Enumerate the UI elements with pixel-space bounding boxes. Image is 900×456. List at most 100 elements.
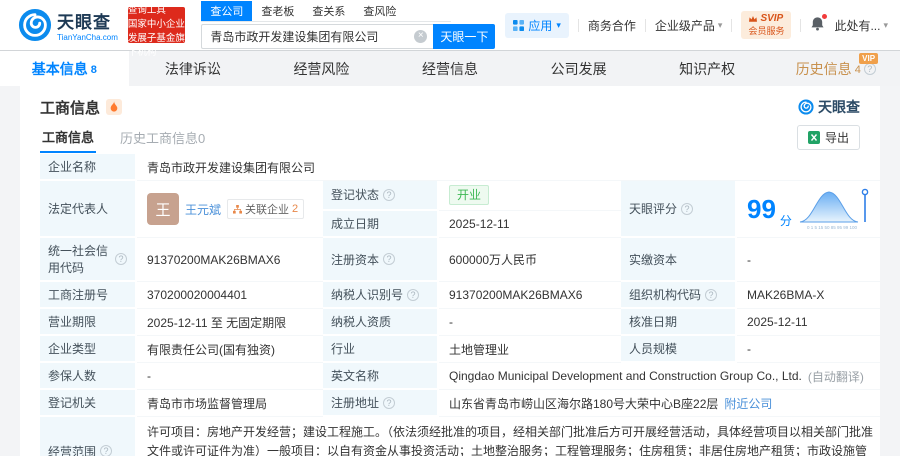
subtab-current-info[interactable]: 工商信息 — [40, 122, 97, 153]
tianyancha-eye-icon — [18, 8, 52, 42]
section-title: 工商信息 — [40, 99, 101, 117]
industry-value: 土地管理业 — [439, 336, 621, 363]
tab-intellectual-property[interactable]: 知识产权 — [643, 51, 772, 86]
tianyancha-logo[interactable]: 天眼查 TianYanCha.com — [18, 8, 118, 42]
tab-count: 8 — [90, 63, 97, 76]
search-button[interactable]: 天眼一下 — [433, 24, 496, 49]
subtab-label: 历史工商信息 — [120, 130, 199, 146]
related-companies-badge[interactable]: 关联企业 2 — [227, 199, 305, 219]
tab-label: 法律诉讼 — [164, 60, 221, 77]
watermark-label: 天眼查 — [818, 99, 860, 115]
field-label: 实缴资本 — [621, 238, 737, 282]
subtab-history-info[interactable]: 历史工商信息0 — [118, 123, 207, 152]
account-menu[interactable]: 此处有... ▾ — [834, 17, 888, 34]
export-button[interactable]: 导出 — [796, 124, 860, 150]
business-info-card: 工商信息 天眼查 工商信息 历史工商信息0 导出 企业名称 青岛市政开发建设集团… — [20, 86, 880, 456]
field-label: 人员规模 — [621, 336, 737, 363]
vip-badge: VIP — [859, 53, 879, 64]
nearby-companies-link[interactable]: 附近公司 — [724, 395, 772, 412]
promo-banner: 都在用的商业查询工具 国家中小企业发展子基金旗下机构 — [127, 0, 186, 58]
avatar[interactable]: 王 — [147, 193, 179, 225]
taxpayer-qualification-value: - — [439, 309, 621, 336]
field-label: 工商注册号 — [40, 282, 137, 309]
help-icon[interactable] — [115, 253, 127, 265]
search-tab-risk[interactable]: 查风险 — [354, 1, 405, 21]
help-icon[interactable] — [705, 288, 718, 301]
search-tab-relation[interactable]: 查关系 — [303, 1, 354, 21]
apps-menu-button[interactable]: 应用 ▾ — [505, 12, 569, 38]
subtab-count: 0 — [198, 130, 206, 146]
tab-label: 经营信息 — [422, 60, 479, 77]
field-label: 营业期限 — [40, 309, 137, 336]
banner-line1: 都在用的商业查询工具 — [127, 0, 185, 16]
search-input[interactable] — [201, 24, 434, 49]
legal-rep-link[interactable]: 王元斌 — [185, 201, 221, 218]
tab-company-development[interactable]: 公司发展 — [514, 51, 643, 86]
business-scope-value: 许可项目：房地产开发经营；建设工程施工。（依法须经批准的项目，经相关部门批准后方… — [137, 417, 880, 456]
tianyan-score-cell[interactable]: 99 分 0 1 5 15 50 85 95 99 100 — [737, 181, 880, 238]
help-icon[interactable] — [863, 62, 876, 75]
tab-history-info[interactable]: VIP 历史信息 4 — [771, 51, 900, 86]
establish-date-value: 2025-12-11 — [439, 211, 621, 238]
search-tab-company[interactable]: 查公司 — [201, 1, 253, 21]
search-tab-boss[interactable]: 查老板 — [252, 1, 303, 21]
svip-label: SVIP — [760, 13, 784, 25]
crown-icon — [749, 16, 758, 23]
tab-operation-info[interactable]: 经营信息 — [386, 51, 515, 86]
field-label: 注册资本 — [323, 238, 439, 282]
company-name-value: 青岛市政开发建设集团有限公司 — [137, 154, 880, 181]
account-label: 此处有... — [834, 18, 881, 33]
hot-flame-icon — [106, 99, 123, 115]
divider — [644, 18, 646, 32]
enterprise-label: 企业级产品 — [654, 18, 715, 33]
top-menu: 应用 ▾ 商务合作 企业级产品 ▾ SVIP 会员服务 此处有... ▾ — [505, 11, 888, 39]
chevron-down-icon: ▾ — [883, 19, 888, 30]
field-label: 天眼评分 — [621, 181, 737, 238]
company-type-value: 有限责任公司(国有独资) — [137, 336, 323, 363]
excel-icon — [807, 130, 820, 144]
tianyancha-eye-icon — [798, 99, 814, 115]
field-label: 行业 — [323, 336, 439, 363]
divider — [800, 18, 802, 32]
member-service-label: 会员服务 — [748, 25, 785, 36]
help-icon[interactable] — [681, 202, 694, 215]
tab-count: 4 — [854, 63, 861, 76]
help-icon[interactable] — [383, 396, 396, 409]
top-header: 天眼查 TianYanCha.com 都在用的商业查询工具 国家中小企业发展子基… — [0, 0, 900, 58]
tab-label: 公司发展 — [550, 60, 607, 77]
registered-address-value: 山东省青岛市崂山区海尔路180号大荣中心B座22层 附近公司 — [439, 390, 880, 417]
insured-count-value: - — [137, 363, 323, 390]
export-label: 导出 — [824, 130, 849, 145]
business-cooperation-link[interactable]: 商务合作 — [588, 17, 636, 34]
help-icon[interactable] — [383, 188, 396, 201]
chevron-down-icon: ▾ — [717, 19, 723, 30]
score-axis-ticks: 0 1 5 15 50 85 95 99 100 — [807, 225, 858, 230]
svip-member-button[interactable]: SVIP 会员服务 — [741, 11, 792, 39]
credit-code-value: 91370200MAK26BMAX6 — [137, 238, 323, 282]
business-term-value: 2025-12-11 至 无固定期限 — [137, 309, 323, 336]
field-label: 英文名称 — [323, 363, 439, 390]
help-icon[interactable] — [407, 288, 420, 301]
field-label: 注册地址 — [323, 390, 439, 417]
notification-bell-icon[interactable] — [810, 14, 828, 34]
paid-capital-value: - — [737, 238, 880, 282]
field-label: 法定代表人 — [40, 181, 137, 238]
tab-legal-lawsuits[interactable]: 法律诉讼 — [129, 51, 258, 86]
tab-operation-risk[interactable]: 经营风险 — [257, 51, 386, 86]
staff-size-value: - — [737, 336, 880, 363]
tab-basic-info[interactable]: 基本信息 8 — [0, 51, 129, 86]
brand-name: 天眼查 — [57, 13, 111, 32]
enterprise-product-link[interactable]: 企业级产品 ▾ — [655, 17, 723, 34]
score-value: 99 — [747, 194, 776, 224]
registration-status-value: 开业 — [439, 181, 621, 211]
registration-authority-value: 青岛市市场监督管理局 — [137, 390, 323, 417]
field-label: 纳税人资质 — [323, 309, 439, 336]
help-icon[interactable] — [383, 253, 396, 265]
notification-dot — [822, 14, 828, 19]
badge-label: 关联企业 — [245, 204, 290, 216]
field-label: 纳税人识别号 — [323, 282, 439, 309]
field-label: 登记状态 — [323, 181, 439, 211]
help-icon[interactable] — [100, 445, 113, 456]
field-label: 登记机关 — [40, 390, 137, 417]
divider — [731, 18, 733, 32]
